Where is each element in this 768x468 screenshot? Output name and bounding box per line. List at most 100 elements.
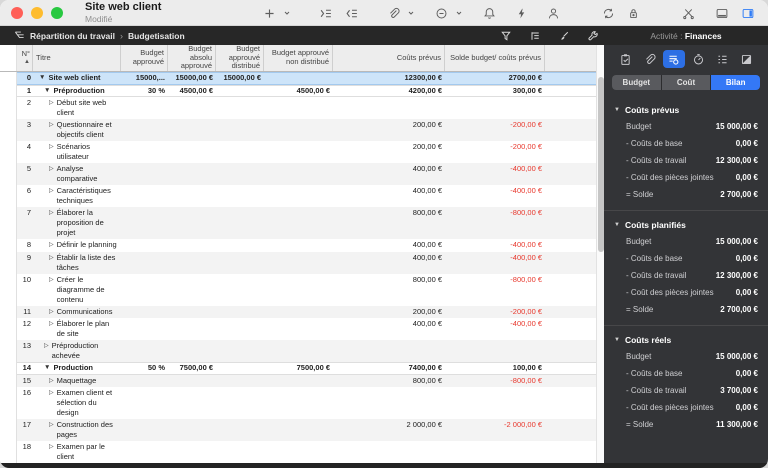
filter-icon[interactable] [500, 26, 512, 46]
column-header-budget-absolu[interactable]: Budget absolu approuvé [168, 45, 216, 71]
column-header-budget-non-distribue[interactable]: Budget approuvé non distribué [264, 45, 333, 71]
row-value: -800,00 € [510, 208, 542, 217]
finances-icon[interactable] [662, 50, 685, 68]
status-icon[interactable] [432, 3, 451, 23]
table-row[interactable]: 0 ▼ Site web client 15000,... 15000,00 €1500… [0, 72, 604, 85]
tab-budget[interactable]: Budget [612, 75, 661, 90]
table-row[interactable]: 15 ▷ Maquettage 800,00 € -800,00 € [0, 374, 604, 387]
outline-icon[interactable] [529, 26, 541, 46]
section-header[interactable]: ▼ Coûts planifiés [604, 217, 768, 233]
table-row[interactable]: 1 ▼ Préproduction 30 % 4500,00 €4500,00 €420… [0, 84, 604, 97]
collapse-icon[interactable]: ▼ [614, 222, 620, 228]
expand-icon[interactable]: ▷ [49, 319, 54, 329]
table-row[interactable]: 2 ▷ Début site web client [0, 97, 604, 119]
column-header-budget-approuve[interactable]: Budget approuvé [121, 45, 168, 71]
row-value [121, 318, 168, 340]
row-number: 0 [26, 73, 31, 82]
table-row[interactable]: 7 ▷ Élaborer la proposition de projet 800,0… [0, 207, 604, 239]
column-header-couts-prevus[interactable]: Coûts prévus [333, 45, 445, 71]
collapse-icon[interactable]: ▼ [44, 86, 50, 96]
right-panel-icon[interactable] [738, 3, 758, 23]
collapse-icon[interactable]: ▼ [614, 107, 620, 113]
expand-icon[interactable]: ▷ [49, 253, 54, 263]
breadcrumb-item-view[interactable]: Répartition du travail [30, 31, 115, 41]
table-row[interactable]: 17 ▷ Construction des pages 2 000,00 € -2 00… [0, 419, 604, 441]
clipboard-check-icon[interactable] [614, 50, 636, 68]
row-title-cell: ▷ Communications [33, 306, 121, 319]
add-icon[interactable] [260, 3, 279, 23]
table-row[interactable]: 16 ▷ Examen client et sélection du design [0, 387, 604, 419]
collapse-icon[interactable]: ▼ [44, 363, 50, 373]
table-row[interactable]: 14 ▼ Production 50 % 7500,00 €7500,00 €7400,… [0, 362, 604, 375]
edit-note-icon[interactable] [736, 50, 758, 68]
table-row[interactable]: 5 ▷ Analyse comparative 400,00 € -400,00 € [0, 163, 604, 185]
collapse-icon[interactable]: ▼ [39, 73, 45, 83]
expand-icon[interactable]: ▷ [49, 275, 54, 285]
scrollbar-thumb[interactable] [598, 77, 604, 252]
expand-icon[interactable]: ▷ [49, 307, 54, 317]
table-row[interactable]: 12 ▷ Élaborer le plan de site 400,00 € -400,… [0, 318, 604, 340]
column-header-budget-distribue[interactable]: Budget approuvé distribué [216, 45, 264, 71]
expand-icon[interactable]: ▷ [49, 164, 54, 174]
table-row[interactable]: 10 ▷ Créer le diagramme de contenu 800,00 €… [0, 273, 604, 306]
table-row[interactable]: 4 ▷ Scénarios utilisateur 200,00 € -200,00 € [0, 141, 604, 163]
time-icon[interactable] [687, 50, 709, 68]
settings-wrench-icon[interactable] [587, 26, 599, 46]
cost-section: ▼ Coûts planifiés Budget 15 000,00 € - Coûts… [604, 210, 768, 322]
breadcrumb-item-layout[interactable]: Budgetisation [128, 31, 185, 41]
notifications-icon[interactable] [480, 3, 499, 23]
tab-cout[interactable]: Coût [661, 75, 711, 90]
expand-icon[interactable]: ▷ [49, 442, 54, 452]
cost-row: - Coût des pièces jointes 0,00 € [604, 284, 768, 301]
list-options-icon[interactable] [712, 50, 734, 68]
cut-icon[interactable] [679, 3, 698, 23]
table-row[interactable]: 9 ▷ Établir la liste des tâches 400,00 € -40… [0, 251, 604, 274]
column-header-number[interactable]: N° ▲ [17, 45, 33, 71]
column-header-title[interactable]: Titre [33, 45, 121, 71]
expand-icon[interactable]: ▷ [44, 341, 49, 351]
zoom-button[interactable] [51, 6, 63, 19]
status-menu-chevron-icon[interactable] [452, 3, 466, 23]
expand-icon[interactable]: ▷ [49, 420, 54, 430]
resources-icon[interactable] [544, 3, 563, 23]
table-row[interactable]: 13 ▷ Préproduction achevée [0, 340, 604, 362]
table-row[interactable]: 18 ▷ Examen par le client [0, 441, 604, 463]
expand-icon[interactable]: ▷ [49, 186, 54, 196]
row-value: -400,00 € [510, 319, 542, 328]
add-menu-chevron-icon[interactable] [280, 3, 294, 23]
bottom-panel-icon[interactable] [712, 3, 732, 23]
vertical-scrollbar[interactable] [596, 45, 604, 468]
collapse-icon[interactable]: ▼ [614, 337, 620, 343]
minimize-button[interactable] [31, 6, 43, 19]
table-row[interactable]: 6 ▷ Caractéristiques techniques 400,00 € -40… [0, 185, 604, 207]
expand-icon[interactable]: ▷ [49, 98, 54, 108]
breadcrumb[interactable]: Répartition du travail › Budgetisation [14, 30, 185, 41]
attachment-icon[interactable] [384, 3, 403, 23]
table-row[interactable]: 11 ▷ Communications 200,00 € -200,00 € [0, 305, 604, 319]
expand-icon[interactable]: ▷ [49, 388, 54, 398]
expand-icon[interactable]: ▷ [49, 142, 54, 152]
section-header[interactable]: ▼ Coûts prévus [604, 102, 768, 118]
column-header-solde[interactable]: Solde budget/ coûts prévus [445, 45, 545, 71]
table-row[interactable]: 8 ▷ Définir le planning 400,00 € -400,00 € [0, 239, 604, 252]
section-header[interactable]: ▼ Coûts réels [604, 332, 768, 348]
row-value [168, 185, 216, 207]
sort-ascending-icon[interactable]: ▲ [20, 59, 30, 66]
attachment-icon[interactable] [638, 50, 660, 68]
row-title-cell: ▼ Site web client [33, 72, 121, 85]
expand-icon[interactable]: ▷ [49, 376, 54, 386]
sync-icon[interactable] [599, 3, 618, 23]
expand-icon[interactable]: ▷ [49, 208, 54, 218]
expand-icon[interactable]: ▷ [49, 120, 54, 130]
table-row[interactable]: 3 ▷ Questionnaire et objectifs client 200,0… [0, 119, 604, 141]
close-button[interactable] [11, 6, 23, 19]
indent-icon[interactable] [316, 3, 336, 23]
expand-icon[interactable]: ▷ [49, 240, 54, 250]
row-number: 11 [23, 306, 31, 316]
actions-icon[interactable] [513, 3, 530, 23]
style-brush-icon[interactable] [558, 26, 570, 46]
tab-bilan[interactable]: Bilan [711, 75, 760, 90]
outdent-icon[interactable] [342, 3, 362, 23]
attachment-menu-chevron-icon[interactable] [404, 3, 418, 23]
lock-icon[interactable] [624, 3, 643, 23]
